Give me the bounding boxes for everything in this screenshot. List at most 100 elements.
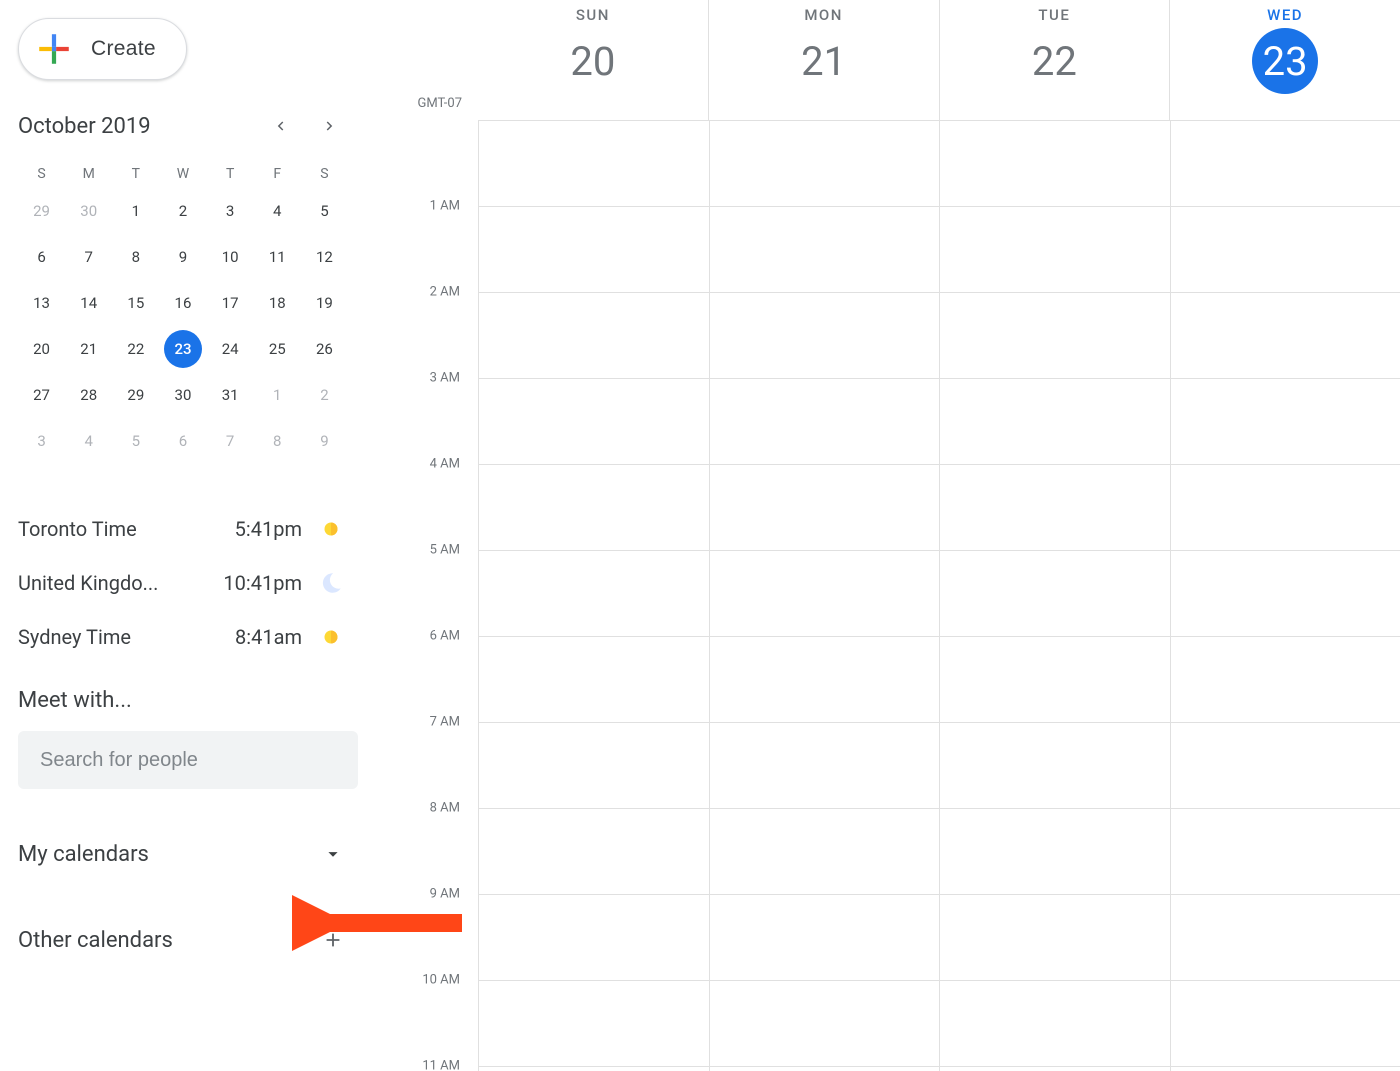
world-clock-name: Toronto Time <box>18 517 137 541</box>
world-clock-row: United Kingdo... 10:41pm <box>18 556 348 610</box>
meet-with-heading: Meet with... <box>18 688 348 713</box>
world-clock-row: Toronto Time 5:41pm <box>18 502 348 556</box>
world-clock-time: 10:41pm <box>223 571 302 595</box>
plus-icon <box>322 929 344 951</box>
world-clocks: Toronto Time 5:41pm United Kingdo... 10:41p… <box>18 502 348 664</box>
meet-with-section: Meet with... <box>18 688 348 789</box>
day-column-header[interactable]: WED23 <box>1169 0 1400 120</box>
mini-cal-day[interactable]: 9 <box>301 418 348 464</box>
mini-cal-day[interactable]: 16 <box>159 280 206 326</box>
day-column-header[interactable]: TUE22 <box>939 0 1170 120</box>
day-gridline <box>1170 120 1171 1071</box>
mini-cal-day[interactable]: 6 <box>18 234 65 280</box>
mini-cal-day[interactable]: 7 <box>65 234 112 280</box>
day-gridline <box>939 120 940 1071</box>
mini-cal-dow: S <box>301 160 348 188</box>
day-header-row: SUN 20 MON21TUE22WED23 <box>400 0 1400 120</box>
mini-cal-day[interactable]: 19 <box>301 280 348 326</box>
mini-cal-day[interactable]: 3 <box>207 188 254 234</box>
moon-icon <box>318 570 344 596</box>
mini-cal-day[interactable]: 1 <box>254 372 301 418</box>
next-month-button[interactable] <box>316 112 344 140</box>
mini-cal-dow: S <box>18 160 65 188</box>
mini-cal-day[interactable]: 31 <box>207 372 254 418</box>
mini-cal-day[interactable]: 8 <box>254 418 301 464</box>
mini-cal-day[interactable]: 5 <box>112 418 159 464</box>
mini-cal-day[interactable]: 8 <box>112 234 159 280</box>
hour-label: 6 AM <box>400 629 470 644</box>
hour-label: 11 AM <box>400 1059 470 1071</box>
mini-cal-dow: T <box>112 160 159 188</box>
timezone-label: GMT-07 <box>400 96 470 111</box>
day-of-week-label: SUN <box>576 6 610 24</box>
mini-cal-day[interactable]: 10 <box>207 234 254 280</box>
mini-cal-day[interactable]: 7 <box>207 418 254 464</box>
mini-cal-day[interactable]: 9 <box>159 234 206 280</box>
mini-cal-day[interactable]: 29 <box>112 372 159 418</box>
prev-month-button[interactable] <box>266 112 294 140</box>
create-button[interactable]: Create <box>18 18 187 80</box>
hour-label: 10 AM <box>400 973 470 988</box>
mini-cal-day[interactable]: 6 <box>159 418 206 464</box>
my-calendars-label: My calendars <box>18 842 149 867</box>
mini-cal-day[interactable]: 5 <box>301 188 348 234</box>
mini-cal-dow: T <box>207 160 254 188</box>
mini-cal-day[interactable]: 21 <box>65 326 112 372</box>
time-grid[interactable]: 1 AM2 AM3 AM4 AM5 AM6 AM7 AM8 AM9 AM10 A… <box>400 120 1400 1071</box>
mini-cal-day[interactable]: 30 <box>159 372 206 418</box>
mini-cal-day[interactable]: 26 <box>301 326 348 372</box>
mini-cal-day[interactable]: 24 <box>207 326 254 372</box>
day-of-week-label: MON <box>804 6 843 24</box>
day-number: 22 <box>1021 28 1087 94</box>
mini-cal-dow: F <box>254 160 301 188</box>
hour-label: 9 AM <box>400 887 470 902</box>
world-clock-name: Sydney Time <box>18 625 131 649</box>
chevron-down-icon <box>318 839 348 869</box>
sun-icon <box>318 516 344 542</box>
day-number: 20 <box>560 28 626 94</box>
mini-cal-day[interactable]: 3 <box>18 418 65 464</box>
mini-calendar: SMTWTFS 29301234567891011121314151617181… <box>18 160 348 464</box>
mini-cal-day[interactable]: 15 <box>112 280 159 326</box>
plus-multicolor-icon <box>35 30 73 68</box>
hour-label: 1 AM <box>400 199 470 214</box>
day-column-header[interactable]: MON21 <box>708 0 939 120</box>
hour-label: 4 AM <box>400 457 470 472</box>
chevron-right-icon <box>321 117 339 135</box>
mini-cal-day[interactable]: 27 <box>18 372 65 418</box>
sun-icon <box>318 624 344 650</box>
mini-cal-day[interactable]: 14 <box>65 280 112 326</box>
hour-label: 5 AM <box>400 543 470 558</box>
mini-cal-day[interactable]: 12 <box>301 234 348 280</box>
mini-calendar-month: October 2019 <box>18 114 151 139</box>
mini-cal-day[interactable]: 18 <box>254 280 301 326</box>
mini-cal-day[interactable]: 13 <box>18 280 65 326</box>
mini-cal-day[interactable]: 1 <box>112 188 159 234</box>
mini-cal-day[interactable]: 22 <box>112 326 159 372</box>
mini-cal-day[interactable]: 2 <box>159 188 206 234</box>
search-people-input[interactable] <box>18 731 358 789</box>
mini-cal-day[interactable]: 2 <box>301 372 348 418</box>
mini-cal-day[interactable]: 25 <box>254 326 301 372</box>
mini-cal-day[interactable]: 17 <box>207 280 254 326</box>
mini-cal-day[interactable]: 29 <box>18 188 65 234</box>
world-clock-row: Sydney Time 8:41am <box>18 610 348 664</box>
mini-cal-day[interactable]: 28 <box>65 372 112 418</box>
my-calendars-toggle[interactable]: My calendars <box>18 833 348 879</box>
hour-label: 2 AM <box>400 285 470 300</box>
mini-cal-day[interactable]: 23 <box>159 326 206 372</box>
other-calendars-row: Other calendars <box>18 919 348 965</box>
day-column-header[interactable]: SUN 20 <box>478 0 708 120</box>
mini-cal-day[interactable]: 11 <box>254 234 301 280</box>
add-other-calendar-button[interactable] <box>318 925 348 955</box>
mini-cal-day[interactable]: 4 <box>65 418 112 464</box>
sidebar: Create October 2019 SMTWTFS 293012345678… <box>0 0 360 965</box>
world-clock-name: United Kingdo... <box>18 571 158 595</box>
world-clock-time: 8:41am <box>235 625 302 649</box>
mini-calendar-header: October 2019 <box>18 112 348 140</box>
mini-cal-day[interactable]: 30 <box>65 188 112 234</box>
world-clock-time: 5:41pm <box>235 517 302 541</box>
mini-cal-day[interactable]: 4 <box>254 188 301 234</box>
mini-cal-dow: M <box>65 160 112 188</box>
mini-cal-day[interactable]: 20 <box>18 326 65 372</box>
